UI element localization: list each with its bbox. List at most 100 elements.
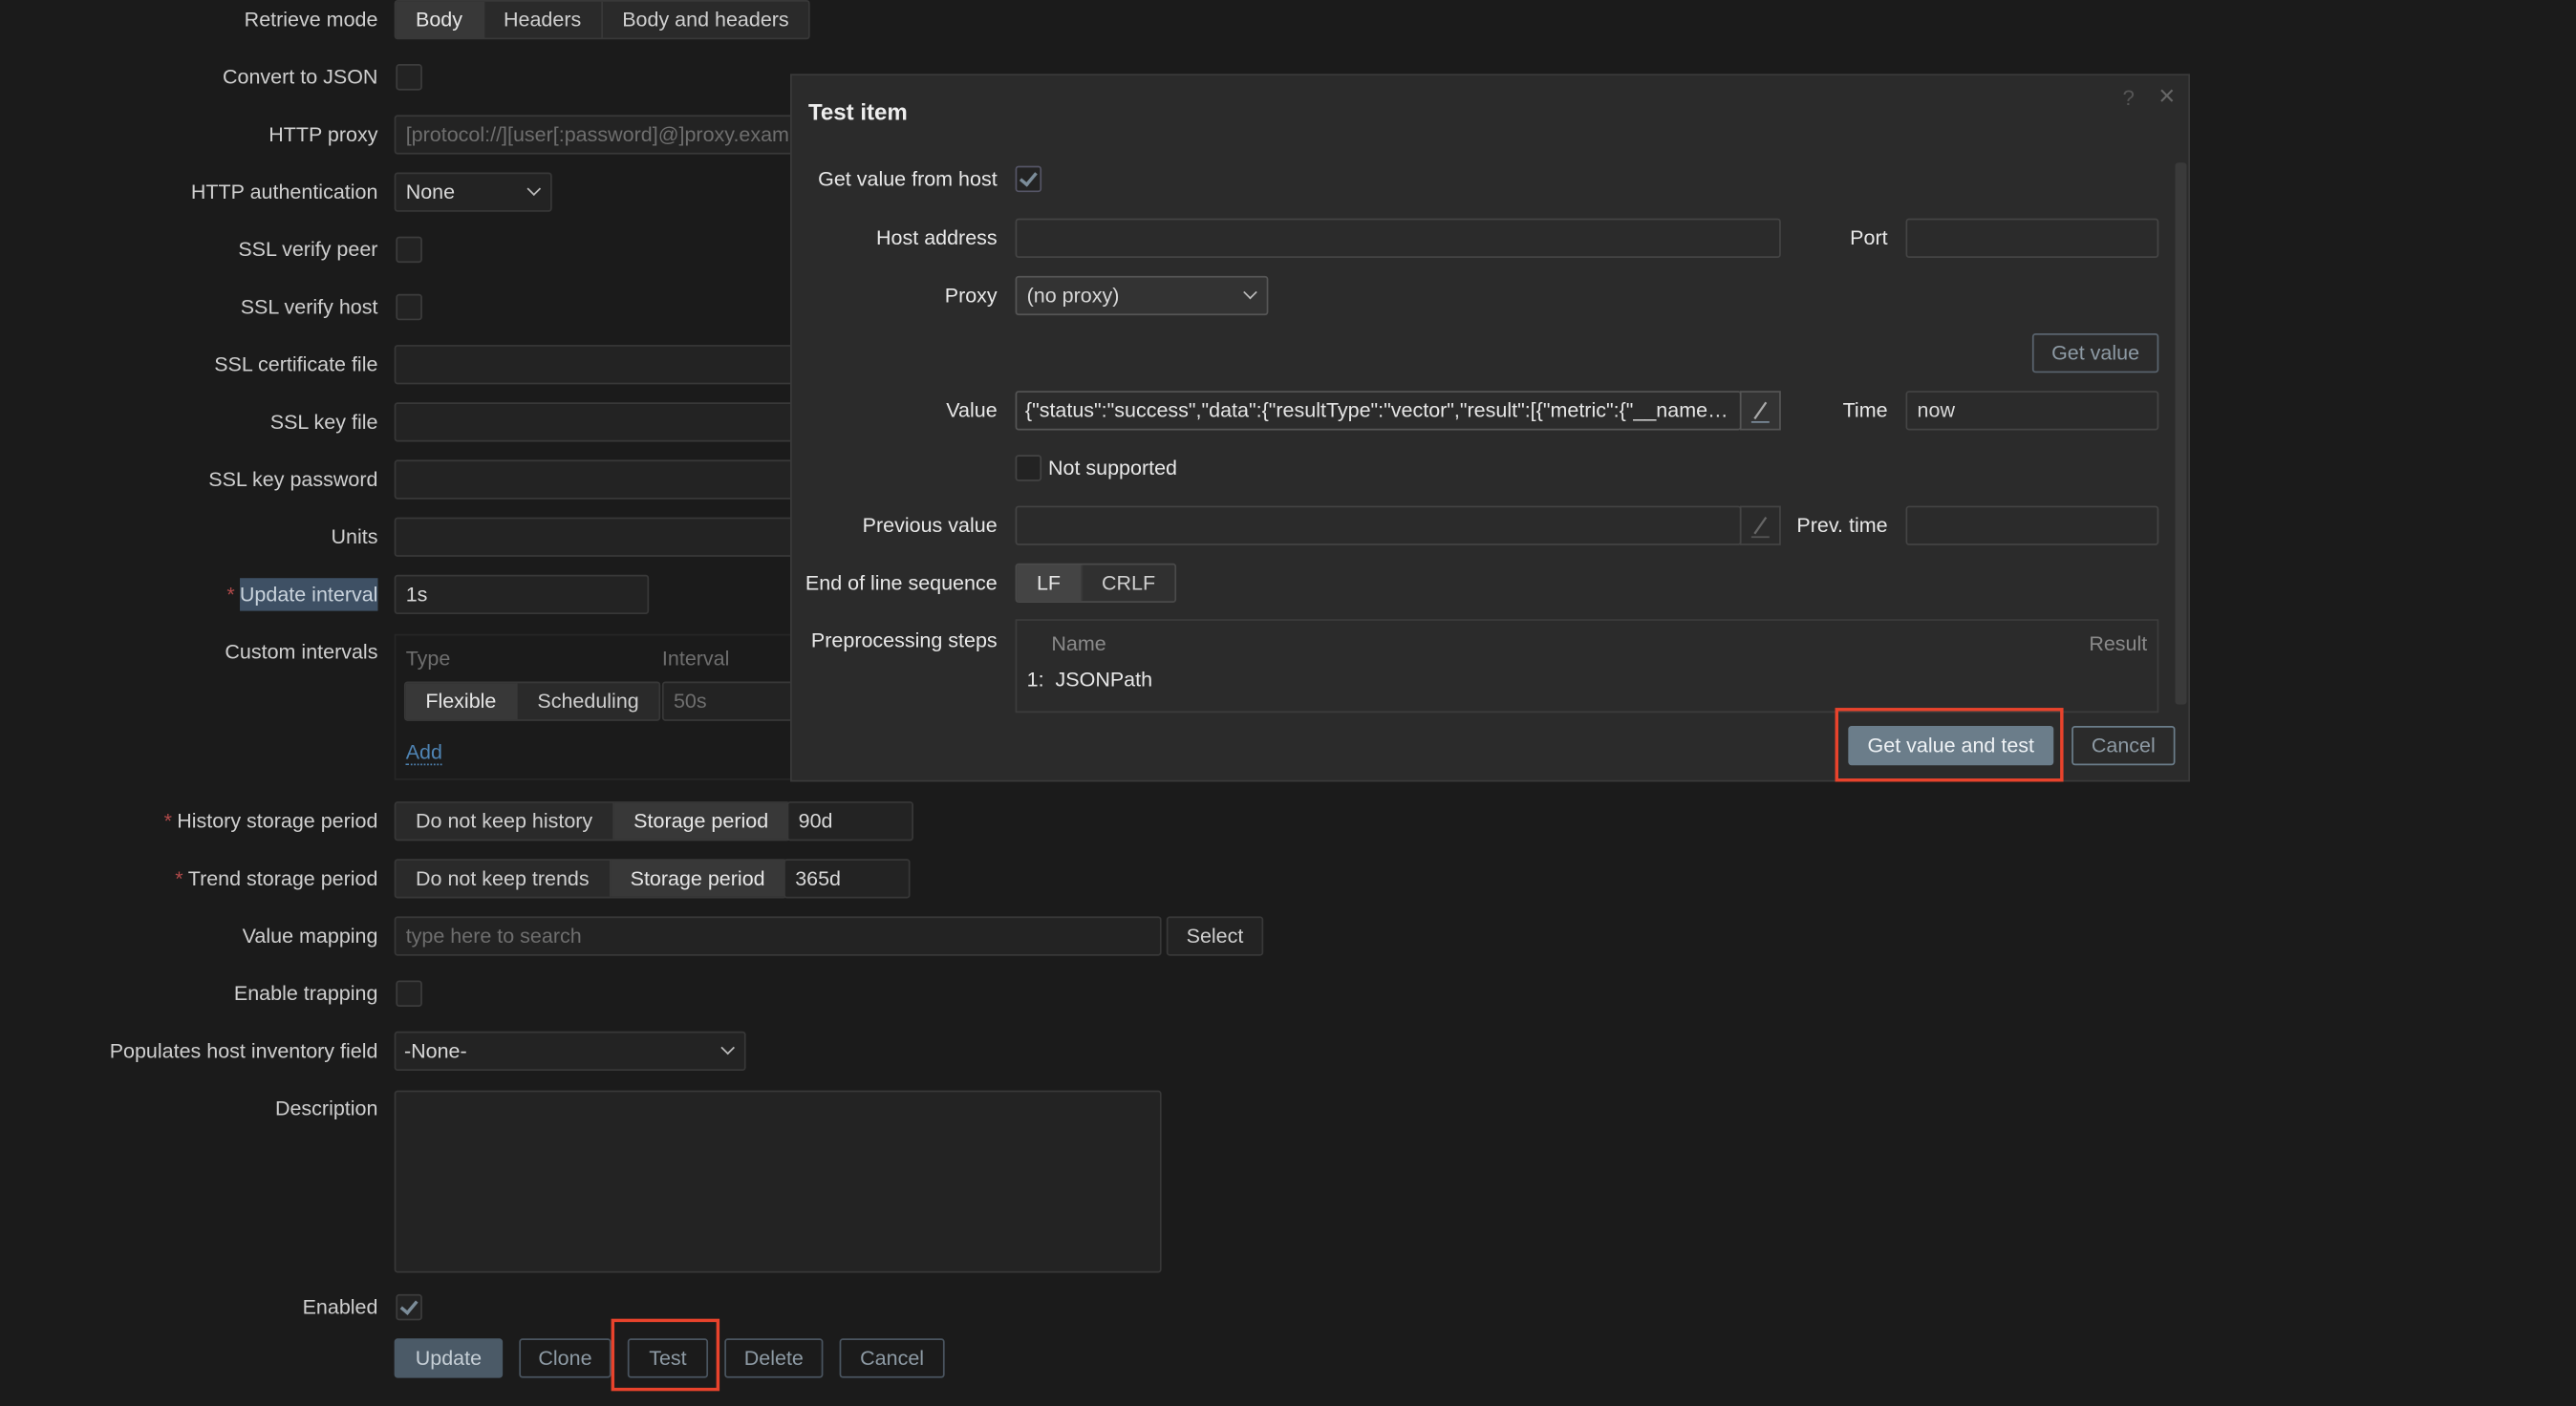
step-number: 1: <box>1026 668 1044 692</box>
retrieve-mode-body-and-headers[interactable]: Body and headers <box>603 2 809 38</box>
value-input[interactable]: {"status":"success","data":{"resultType"… <box>1015 391 1742 431</box>
enabled-label: Enabled <box>302 1295 378 1319</box>
previous-value-label: Previous value <box>862 514 998 538</box>
col-interval: Interval <box>661 647 730 671</box>
history-do-not-keep[interactable]: Do not keep history <box>396 802 614 840</box>
history-input[interactable]: 90d <box>786 801 913 841</box>
col-name: Name <box>1051 631 1106 656</box>
chevron-down-icon <box>720 1040 735 1055</box>
eol-lf[interactable]: LF <box>1017 565 1083 602</box>
units-label: Units <box>331 525 378 549</box>
previous-value-input[interactable] <box>1015 505 1742 545</box>
add-interval-link[interactable]: Add <box>405 740 442 766</box>
eol-label: End of line sequence <box>805 571 998 595</box>
type-scheduling[interactable]: Scheduling <box>518 683 659 719</box>
get-value-button[interactable]: Get value <box>2031 333 2159 373</box>
inventory-value: -None- <box>403 1039 467 1063</box>
enable-trapping-checkbox[interactable] <box>396 980 422 1007</box>
retrieve-mode-headers[interactable]: Headers <box>483 1 603 38</box>
history-label-text: History storage period <box>177 809 378 833</box>
ssl-key-password-label: SSL key password <box>208 468 378 492</box>
history-toggle: Do not keep history Storage period <box>394 801 790 841</box>
ssl-key-file-label: SSL key file <box>269 410 378 434</box>
trend-input[interactable]: 365d <box>784 859 911 899</box>
convert-json-checkbox[interactable] <box>396 64 422 91</box>
history-storage-period[interactable]: Storage period <box>613 802 788 840</box>
preprocessing-step: 1: JSONPath <box>1027 669 1152 692</box>
required-mark: * <box>175 866 183 890</box>
trend-label: * Trend storage period <box>0 859 377 898</box>
preprocessing-label: Preprocessing steps <box>810 628 998 652</box>
highlight-get-value-and-test <box>1835 708 2064 782</box>
chevron-down-icon <box>1243 285 1257 300</box>
description-label: Description <box>274 1097 378 1120</box>
pencil-icon <box>1750 516 1770 539</box>
delete-button[interactable]: Delete <box>724 1338 824 1378</box>
type-flexible[interactable]: Flexible <box>405 683 518 720</box>
cancel-button[interactable]: Cancel <box>839 1338 945 1378</box>
get-value-from-host-label: Get value from host <box>818 167 998 191</box>
dialog-cancel-button[interactable]: Cancel <box>2072 725 2176 766</box>
http-auth-label: HTTP authentication <box>190 181 378 204</box>
port-input[interactable] <box>1905 218 2159 258</box>
test-item-dialog: Test item ? × Get value from host Host a… <box>790 74 2190 782</box>
inventory-select[interactable]: -None- <box>394 1031 746 1072</box>
http-proxy-label: HTTP proxy <box>268 122 378 147</box>
col-type: Type <box>405 647 451 671</box>
preprocessing-table: Name Result 1: JSONPath <box>1015 619 2159 714</box>
description-textarea[interactable] <box>394 1090 1162 1273</box>
ssl-verify-peer-label: SSL verify peer <box>238 238 378 262</box>
trend-toggle: Do not keep trends Storage period <box>394 859 786 899</box>
not-supported-checkbox[interactable] <box>1015 455 1042 481</box>
chevron-down-icon <box>526 181 542 197</box>
host-address-input[interactable] <box>1015 218 1781 258</box>
trend-storage-period[interactable]: Storage period <box>610 860 785 897</box>
scrollbar[interactable] <box>2175 162 2187 705</box>
value-mapping-select-button[interactable]: Select <box>1166 916 1264 956</box>
ssl-cert-file-label: SSL certificate file <box>214 352 378 376</box>
history-label: * History storage period <box>0 801 378 841</box>
prev-time-input[interactable] <box>1905 505 2159 545</box>
col-result: Result <box>2089 631 2148 656</box>
step-name: JSONPath <box>1055 668 1153 692</box>
required-mark: * <box>226 583 235 607</box>
pencil-icon <box>1750 401 1770 423</box>
help-icon[interactable]: ? <box>2122 85 2134 110</box>
retrieve-mode-label: Retrieve mode <box>244 8 378 32</box>
ssl-verify-host-label: SSL verify host <box>240 295 378 319</box>
proxy-label: Proxy <box>944 284 998 308</box>
enable-trapping-label: Enable trapping <box>233 982 378 1006</box>
ssl-verify-peer-checkbox[interactable] <box>396 236 422 264</box>
clone-button[interactable]: Clone <box>519 1338 612 1378</box>
trend-do-not-keep[interactable]: Do not keep trends <box>396 860 611 897</box>
time-input[interactable]: now <box>1905 391 2159 431</box>
custom-intervals-label: Custom intervals <box>225 640 378 664</box>
get-value-from-host-checkbox[interactable] <box>1015 165 1042 193</box>
close-icon[interactable]: × <box>2158 80 2175 113</box>
required-mark: * <box>163 809 173 833</box>
dialog-title: Test item <box>807 98 908 125</box>
enabled-checkbox[interactable] <box>396 1293 422 1321</box>
update-button[interactable]: Update <box>394 1338 504 1378</box>
http-auth-select[interactable]: None <box>394 172 552 212</box>
retrieve-mode-body[interactable]: Body <box>396 1 484 38</box>
value-label: Value <box>946 398 998 422</box>
trend-label-text: Trend storage period <box>187 866 378 890</box>
update-interval-text: Update interval <box>239 578 378 611</box>
highlight-test-button <box>611 1318 720 1392</box>
edit-value-button[interactable] <box>1739 391 1781 431</box>
interval-type-toggle: Flexible Scheduling <box>403 681 661 721</box>
update-interval-input[interactable]: 1s <box>394 574 650 615</box>
ssl-verify-host-checkbox[interactable] <box>396 293 422 321</box>
custom-intervals-table: Type Interval Flexible Scheduling 50s Ad… <box>394 633 826 780</box>
proxy-select[interactable]: (no proxy) <box>1015 275 1269 316</box>
edit-previous-value-button[interactable] <box>1739 505 1781 545</box>
retrieve-mode-toggle: Body Headers Body and headers <box>394 0 811 40</box>
time-label: Time <box>1842 398 1888 422</box>
eol-crlf[interactable]: CRLF <box>1082 565 1174 601</box>
update-interval-label: * Update interval <box>0 575 378 614</box>
convert-json-label: Convert to JSON <box>223 65 378 89</box>
prev-time-label: Prev. time <box>1796 514 1888 538</box>
not-supported-label: Not supported <box>1047 456 1178 480</box>
value-mapping-input[interactable]: type here to search <box>394 916 1162 956</box>
